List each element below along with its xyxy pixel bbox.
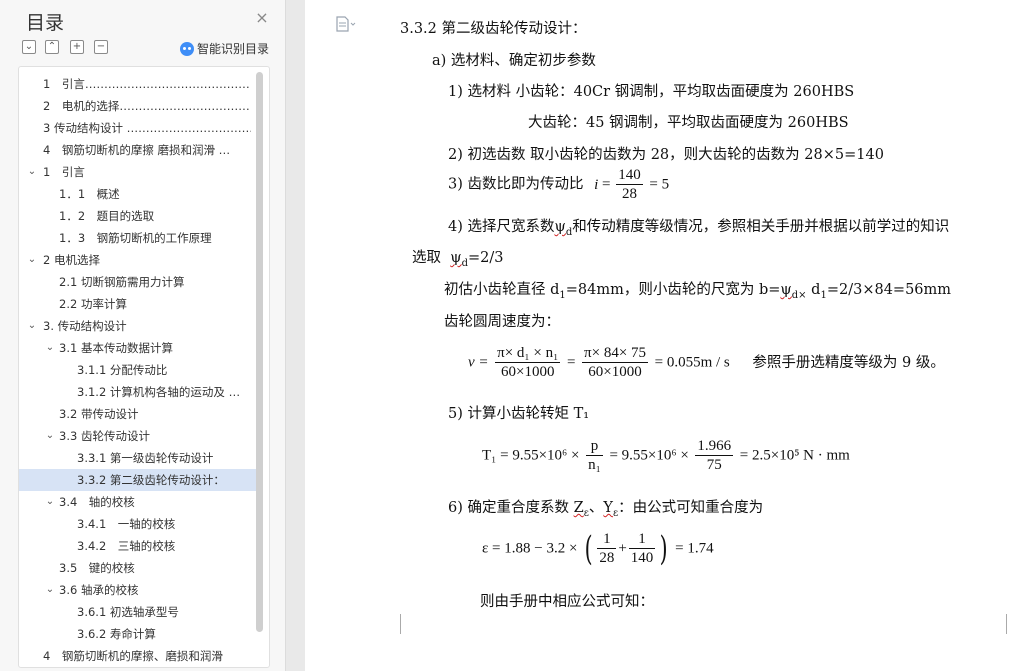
toc-item[interactable]: ⌄ 3. 传动结构设计 — [19, 315, 257, 337]
subsection-a: a) 选材料、确定初步参数 — [432, 53, 596, 69]
toc-list: 1 引言……………………………………… 2 电机的选择………………………………… 3… — [18, 66, 270, 668]
close-icon[interactable]: × — [254, 10, 270, 26]
speed-label: 齿轮圆周速度为： — [444, 314, 560, 330]
item-6-overlap: 6) 确定重合度系数 Zε、Yε：由公式可知重合度为 — [448, 500, 764, 519]
toc-item[interactable]: 1．3 钢筋切断机的工作原理 — [19, 227, 257, 249]
page-corner-mark — [380, 614, 401, 634]
toc-item[interactable]: ⌄ 1 引言 — [19, 161, 257, 183]
toc-item[interactable]: 4 钢筋切断机的摩擦、磨损和润滑 — [19, 645, 257, 667]
toc-sidebar: 目录 × ⌄ ⌃ + − 智能识别目录 1 引言……………………………………… 2… — [0, 0, 286, 671]
toc-item-label: 3. 传动结构设计 — [43, 319, 127, 333]
toc-item-label: 1．2 题目的选取 — [59, 209, 155, 223]
toc-item[interactable]: 3.4.1 一轴的校核 — [19, 513, 257, 535]
toc-item[interactable]: ⌄ 2 电机选择 — [19, 249, 257, 271]
toc-item-label: 3.1 基本传动数据计算 — [59, 341, 173, 355]
smart-toc-label: 智能识别目录 — [197, 42, 270, 56]
chevron-down-icon[interactable]: ⌄ — [27, 249, 37, 271]
chevron-down-icon[interactable]: ⌄ — [45, 425, 55, 447]
toc-item[interactable]: 3.6.1 初选轴承型号 — [19, 601, 257, 623]
toc-item-label: 3.5 键的校核 — [59, 561, 135, 575]
item-1-small-gear: 1) 选材料 小齿轮：40Cr 钢调制，平均取齿面硬度为 260HBS — [448, 84, 855, 100]
toc-item-label: 3.4.1 一轴的校核 — [77, 517, 176, 531]
toc-item-label: 4 钢筋切断机的摩擦、磨损和润滑 — [43, 649, 223, 663]
sidebar-title: 目录 — [26, 12, 65, 34]
toc-item[interactable]: 3.5 键的校核 — [19, 557, 257, 579]
toc-item[interactable]: 2.2 功率计算 — [19, 293, 257, 315]
smart-toc-button[interactable]: 智能识别目录 — [180, 40, 269, 57]
toc-item-label: 3.6.1 初选轴承型号 — [77, 605, 179, 619]
toc-item[interactable]: 3.4.2 三轴的校核 — [19, 535, 257, 557]
item-4-choose: 选取 ψd=2/3 — [412, 250, 504, 269]
item-1-large-gear: 大齿轮：45 钢调制，平均取齿面硬度为 260HBS — [528, 115, 849, 131]
toc-item[interactable]: 2.1 切断钢筋需用力计算 — [19, 271, 257, 293]
speed-equation: v = π× d₁ × n₁ 60×1000 = π× 84× 75 60×1000… — [468, 345, 945, 380]
toc-item-label: 4 钢筋切断机的摩擦 磨损和润滑 … — [43, 143, 231, 157]
remove-heading-icon[interactable]: − — [94, 40, 108, 54]
toc-item[interactable]: 3.3.2 第二级齿轮传动设计： — [19, 469, 257, 491]
toc-item-label: 1．1 概述 — [59, 187, 120, 201]
closing-line: 则由手册中相应公式可知： — [480, 594, 654, 610]
toc-item[interactable]: 3.3.1 第一级齿轮传动设计 — [19, 447, 257, 469]
toc-item[interactable]: 3.2 带传动设计 — [19, 403, 257, 425]
toc-item[interactable]: 3 传动结构设计 ……………………………… — [19, 117, 257, 139]
toc-item-label: 1 引言……………………………………… — [43, 77, 251, 91]
toc-item[interactable]: ⌄ 3.1 基本传动数据计算 — [19, 337, 257, 359]
toc-item[interactable]: ⌄ 3.4 轴的校核 — [19, 491, 257, 513]
toc-item-label: 3.4.2 三轴的校核 — [77, 539, 176, 553]
toc-item[interactable]: ⌄ 3.3 齿轮传动设计 — [19, 425, 257, 447]
robot-icon — [180, 42, 194, 56]
chevron-down-icon[interactable]: ⌄ — [45, 337, 55, 359]
torque-equation: T₁ = 9.55×10⁶ × p n₁ = 9.55×10⁶ × 1.966 75… — [482, 438, 850, 473]
toc-item[interactable]: 1．1 概述 — [19, 183, 257, 205]
expand-up-icon[interactable]: ⌃ — [45, 40, 59, 54]
toc-scrollbar[interactable] — [256, 72, 263, 632]
toc-item[interactable]: 3.6.2 寿命计算 — [19, 623, 257, 645]
toc-item[interactable]: 4 钢筋切断机的摩擦 磨损和润滑 … — [19, 139, 257, 161]
toc-item-label: 3.4 轴的校核 — [59, 495, 135, 509]
toc-item-label: 2 电机的选择………………………………… — [43, 99, 251, 113]
chevron-down-icon[interactable]: ⌄ — [45, 491, 55, 513]
window-gutter — [287, 0, 305, 671]
toc-item[interactable]: 1．2 题目的选取 — [19, 205, 257, 227]
chevron-down-icon[interactable]: ⌄ — [45, 579, 55, 601]
collapse-all-icon[interactable]: ⌄ — [22, 40, 36, 54]
item-2-teeth: 2) 初选齿数 取小齿轮的齿数为 28，则大齿轮的齿数为 28×5=140 — [448, 147, 884, 163]
estimate-diameter: 初估小齿轮直径 d1=84mm，则小齿轮的尺宽为 b=ψd× d1=2/3×84… — [444, 282, 952, 301]
toc-item-label: 3.1.2 计算机构各轴的运动及 … — [77, 385, 241, 399]
toc-item-label: 3.2 带传动设计 — [59, 407, 139, 421]
toc-item-label: 3.3.2 第二级齿轮传动设计： — [77, 473, 225, 487]
toc-item[interactable]: ⌄ 3.6 轴承的校核 — [19, 579, 257, 601]
document-options-icon[interactable] — [335, 16, 357, 32]
item-3-ratio: 3) 齿数比即为传动比 i = 140 28 = 5 — [448, 167, 670, 202]
toc-item-label: 1．3 钢筋切断机的工作原理 — [59, 231, 212, 245]
toc-item-label: 1 引言 — [43, 165, 85, 179]
add-heading-icon[interactable]: + — [70, 40, 84, 54]
section-heading: 3.3.2 第二级齿轮传动设计： — [400, 21, 587, 37]
toc-item-label: 2.1 切断钢筋需用力计算 — [59, 275, 185, 289]
toc-item[interactable]: 2 电机的选择………………………………… — [19, 95, 257, 117]
chevron-down-icon[interactable]: ⌄ — [27, 161, 37, 183]
toc-item-label: 3.6.2 寿命计算 — [77, 627, 156, 641]
toc-item-label: 3.3.1 第一级齿轮传动设计 — [77, 451, 214, 465]
toc-item-label: 3 传动结构设计 ……………………………… — [43, 121, 251, 135]
overlap-equation: ε = 1.88 − 3.2 × (1 28 +1 140) = 1.74 — [482, 528, 714, 569]
toc-item-label: 2.2 功率计算 — [59, 297, 127, 311]
toc-item-label: 3.3 齿轮传动设计 — [59, 429, 150, 443]
toc-item[interactable]: 3.1.2 计算机构各轴的运动及 … — [19, 381, 257, 403]
item-5-torque: 5) 计算小齿轮转矩 T₁ — [448, 406, 590, 422]
item-4-width-coefficient: 4) 选择尺宽系数ψd和传动精度等级情况，参照相关手册并根据以前学过的知识 — [448, 219, 950, 238]
toc-item-label: 3.6 轴承的校核 — [59, 583, 139, 597]
toc-item-label: 3.1.1 分配传动比 — [77, 363, 168, 377]
chevron-down-icon[interactable]: ⌄ — [27, 315, 37, 337]
page-corner-mark — [1006, 614, 1020, 634]
toc-item-label: 2 电机选择 — [43, 253, 100, 267]
toc-item[interactable]: 1 引言……………………………………… — [19, 73, 257, 95]
toc-item[interactable]: 3.1.1 分配传动比 — [19, 359, 257, 381]
